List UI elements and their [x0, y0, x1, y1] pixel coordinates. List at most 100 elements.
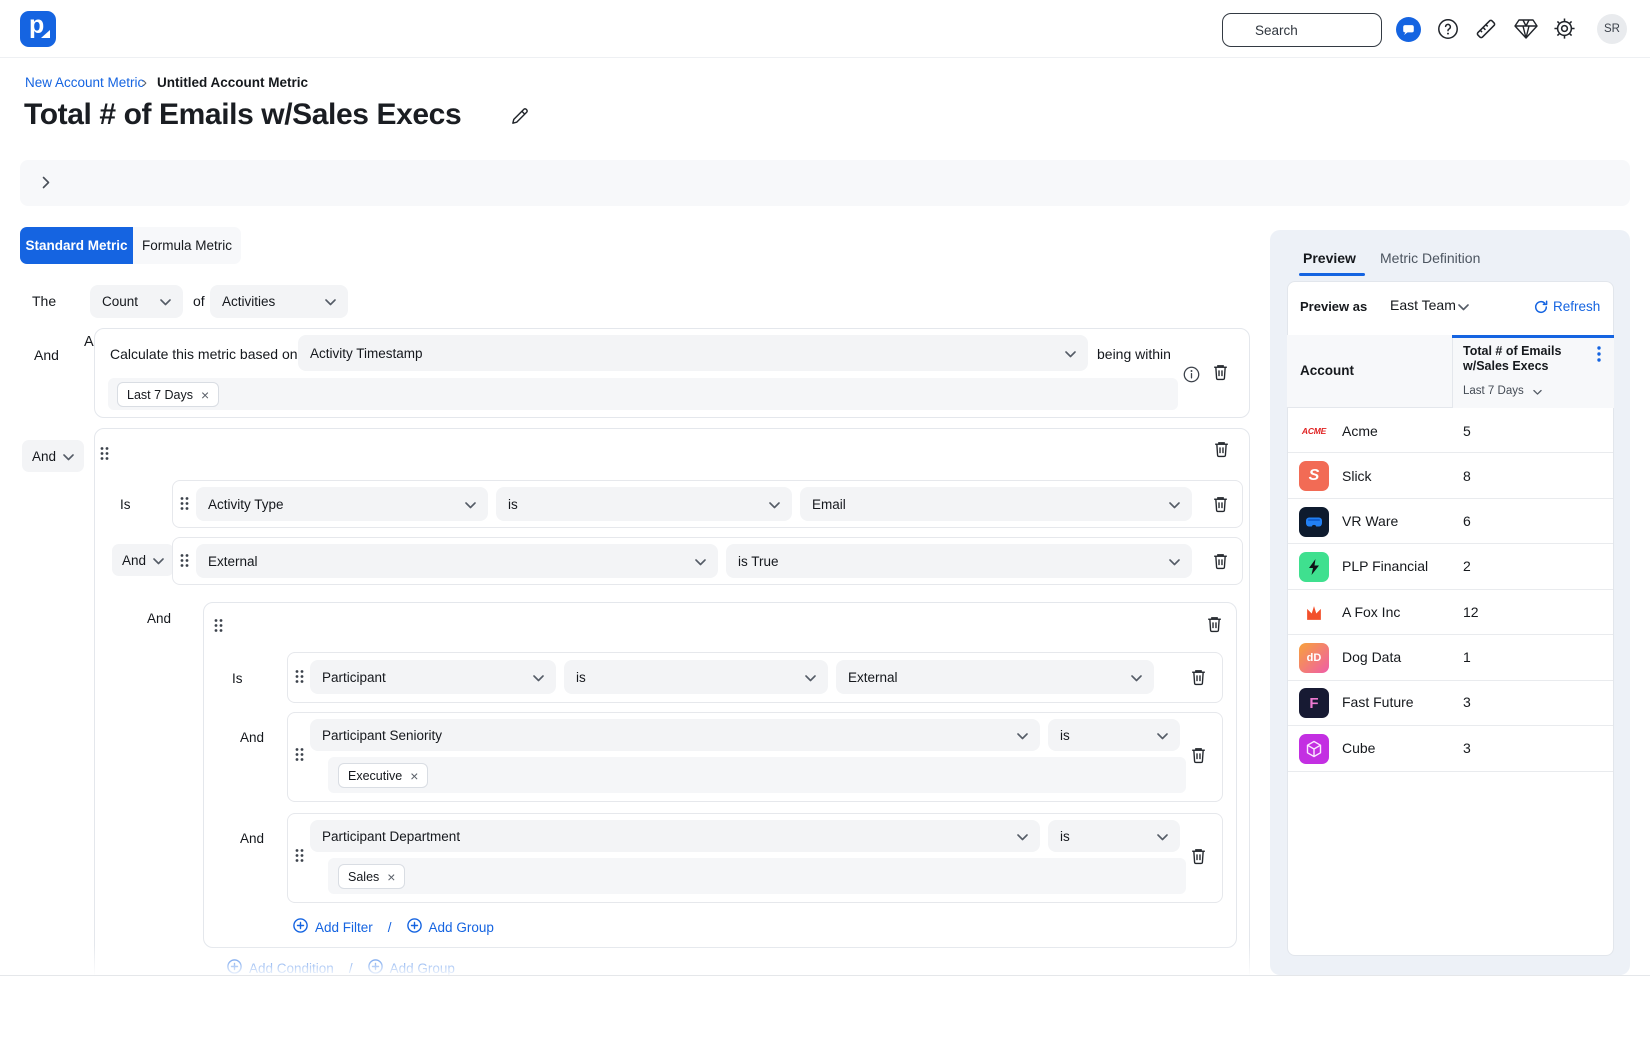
the-label: The	[32, 293, 56, 309]
edit-title-pencil-icon[interactable]	[510, 107, 529, 126]
row1-value-select[interactable]: Email	[800, 487, 1192, 521]
account-metric-value: 5	[1463, 423, 1471, 439]
trash-icon[interactable]	[1212, 363, 1229, 381]
nrow2-values-bar[interactable]	[328, 757, 1186, 793]
row1-prefix-label: Is	[120, 497, 131, 512]
add-filter-link[interactable]: Add Filter	[293, 918, 373, 936]
table-row	[1288, 681, 1613, 726]
drag-handle-icon[interactable]	[295, 747, 304, 762]
based-on-field-select[interactable]: Activity Timestamp	[298, 335, 1088, 371]
trash-icon[interactable]	[1212, 495, 1229, 513]
drag-handle-icon[interactable]	[180, 553, 189, 568]
trash-icon[interactable]	[1206, 615, 1223, 633]
a-fox-inc-logo	[1299, 598, 1329, 628]
remove-icon[interactable]: ×	[201, 388, 209, 402]
drag-handle-icon[interactable]	[214, 618, 223, 633]
nrow3-values-bar[interactable]	[328, 858, 1186, 894]
row2-field-select[interactable]: External	[196, 544, 718, 578]
account-name: Slick	[1342, 468, 1372, 484]
help-icon[interactable]	[1437, 18, 1459, 40]
tab-preview-underline	[1299, 273, 1365, 276]
metric-period-select[interactable]: Last 7 Days	[1463, 385, 1524, 397]
gem-icon[interactable]	[1514, 18, 1538, 40]
chevron-down-icon	[1157, 728, 1168, 743]
search-input[interactable]	[1222, 13, 1382, 47]
object-select[interactable]: Activities	[210, 285, 348, 318]
drag-handle-icon[interactable]	[295, 848, 304, 863]
row2-operator-toggle[interactable]: And	[112, 544, 174, 576]
tab-preview[interactable]: Preview	[1303, 250, 1356, 266]
based-on-label: Calculate this metric based on	[110, 346, 298, 362]
nrow1-field-select[interactable]: Participant	[310, 660, 556, 694]
aggregation-select[interactable]: Count	[90, 285, 183, 318]
add-group-link[interactable]: Add Group	[407, 918, 494, 936]
table-row	[1288, 499, 1613, 544]
trash-icon[interactable]	[1190, 847, 1207, 865]
app-logo[interactable]: p	[20, 11, 56, 47]
breadcrumb-parent-link[interactable]: New Account Metric	[25, 75, 144, 90]
row1-field-select[interactable]: Activity Type	[196, 487, 488, 521]
chevron-down-icon	[1065, 346, 1076, 361]
chevron-down-icon	[1169, 554, 1180, 569]
chevron-down-icon[interactable]	[1533, 390, 1542, 396]
nrow1-value-select[interactable]: External	[836, 660, 1154, 694]
table-row	[1288, 636, 1613, 681]
metric-builder-app: p SR New Account Metric › Untitled Accou…	[0, 0, 1650, 1050]
kebab-menu-icon[interactable]	[1597, 346, 1601, 362]
table-row	[1288, 408, 1613, 453]
breadcrumb-separator: ›	[142, 74, 147, 91]
trash-icon[interactable]	[1212, 552, 1229, 570]
dog-data-logo: dD	[1299, 643, 1329, 673]
trash-icon[interactable]	[1190, 746, 1207, 764]
row2-operator-select[interactable]: is True	[726, 544, 1192, 578]
table-row	[1288, 727, 1613, 772]
team-select[interactable]: East Team	[1390, 297, 1456, 313]
based-on-operator-label: And	[34, 347, 59, 363]
nrow2-operator-select[interactable]: is	[1048, 719, 1180, 751]
drag-handle-icon[interactable]	[180, 496, 189, 511]
tab-metric-definition[interactable]: Metric Definition	[1380, 250, 1480, 266]
add-condition-link[interactable]: Add Condition	[227, 959, 334, 975]
time-range-bar[interactable]	[108, 378, 1178, 410]
plus-circle-icon	[407, 918, 422, 936]
department-value-chip[interactable]: Sales ×	[338, 864, 405, 889]
add-group-link[interactable]: Add Group	[368, 959, 455, 975]
nrow3-operator-select[interactable]: is	[1048, 820, 1180, 852]
nested-group-prefix-label: And	[147, 611, 171, 626]
account-metric-value: 1	[1463, 649, 1471, 665]
time-range-chip[interactable]: Last 7 Days ×	[117, 382, 219, 407]
row1-operator-select[interactable]: is	[496, 487, 792, 521]
account-name: Cube	[1342, 740, 1375, 756]
account-metric-value: 6	[1463, 513, 1471, 529]
nrow3-field-select[interactable]: Participant Department	[310, 820, 1040, 852]
nrow2-field-select[interactable]: Participant Seniority	[310, 719, 1040, 751]
gear-icon[interactable]	[1553, 17, 1576, 40]
nrow3-prefix-label: And	[240, 831, 264, 846]
chevron-down-icon	[153, 553, 164, 568]
trash-icon[interactable]	[1213, 440, 1230, 458]
chevron-down-icon	[769, 497, 780, 512]
nrow1-operator-select[interactable]: is	[564, 660, 828, 694]
drag-handle-icon[interactable]	[295, 669, 304, 684]
table-row	[1288, 545, 1613, 590]
drag-handle-icon[interactable]	[100, 446, 109, 461]
seniority-value-chip[interactable]: Executive ×	[338, 763, 428, 788]
remove-icon[interactable]: ×	[410, 769, 418, 783]
table-row	[1288, 590, 1613, 635]
chevron-down-icon[interactable]	[1458, 304, 1469, 311]
trash-icon[interactable]	[1190, 668, 1207, 686]
info-icon[interactable]	[1183, 366, 1200, 383]
tab-standard-metric[interactable]: Standard Metric	[20, 227, 133, 264]
account-name: Dog Data	[1342, 649, 1401, 665]
chat-icon[interactable]	[1396, 17, 1421, 42]
refresh-button[interactable]: Refresh	[1553, 299, 1600, 314]
group-operator-select[interactable]: And	[22, 440, 84, 472]
remove-icon[interactable]: ×	[387, 870, 395, 884]
of-label: of	[193, 293, 205, 309]
avatar[interactable]: SR	[1597, 14, 1627, 44]
slick-logo: S	[1299, 461, 1329, 491]
chevron-down-icon	[63, 449, 74, 464]
additional-details-toggle[interactable]: Additional Details	[20, 160, 1630, 206]
tab-formula-metric[interactable]: Formula Metric	[133, 227, 241, 264]
ruler-icon[interactable]	[1474, 17, 1498, 41]
